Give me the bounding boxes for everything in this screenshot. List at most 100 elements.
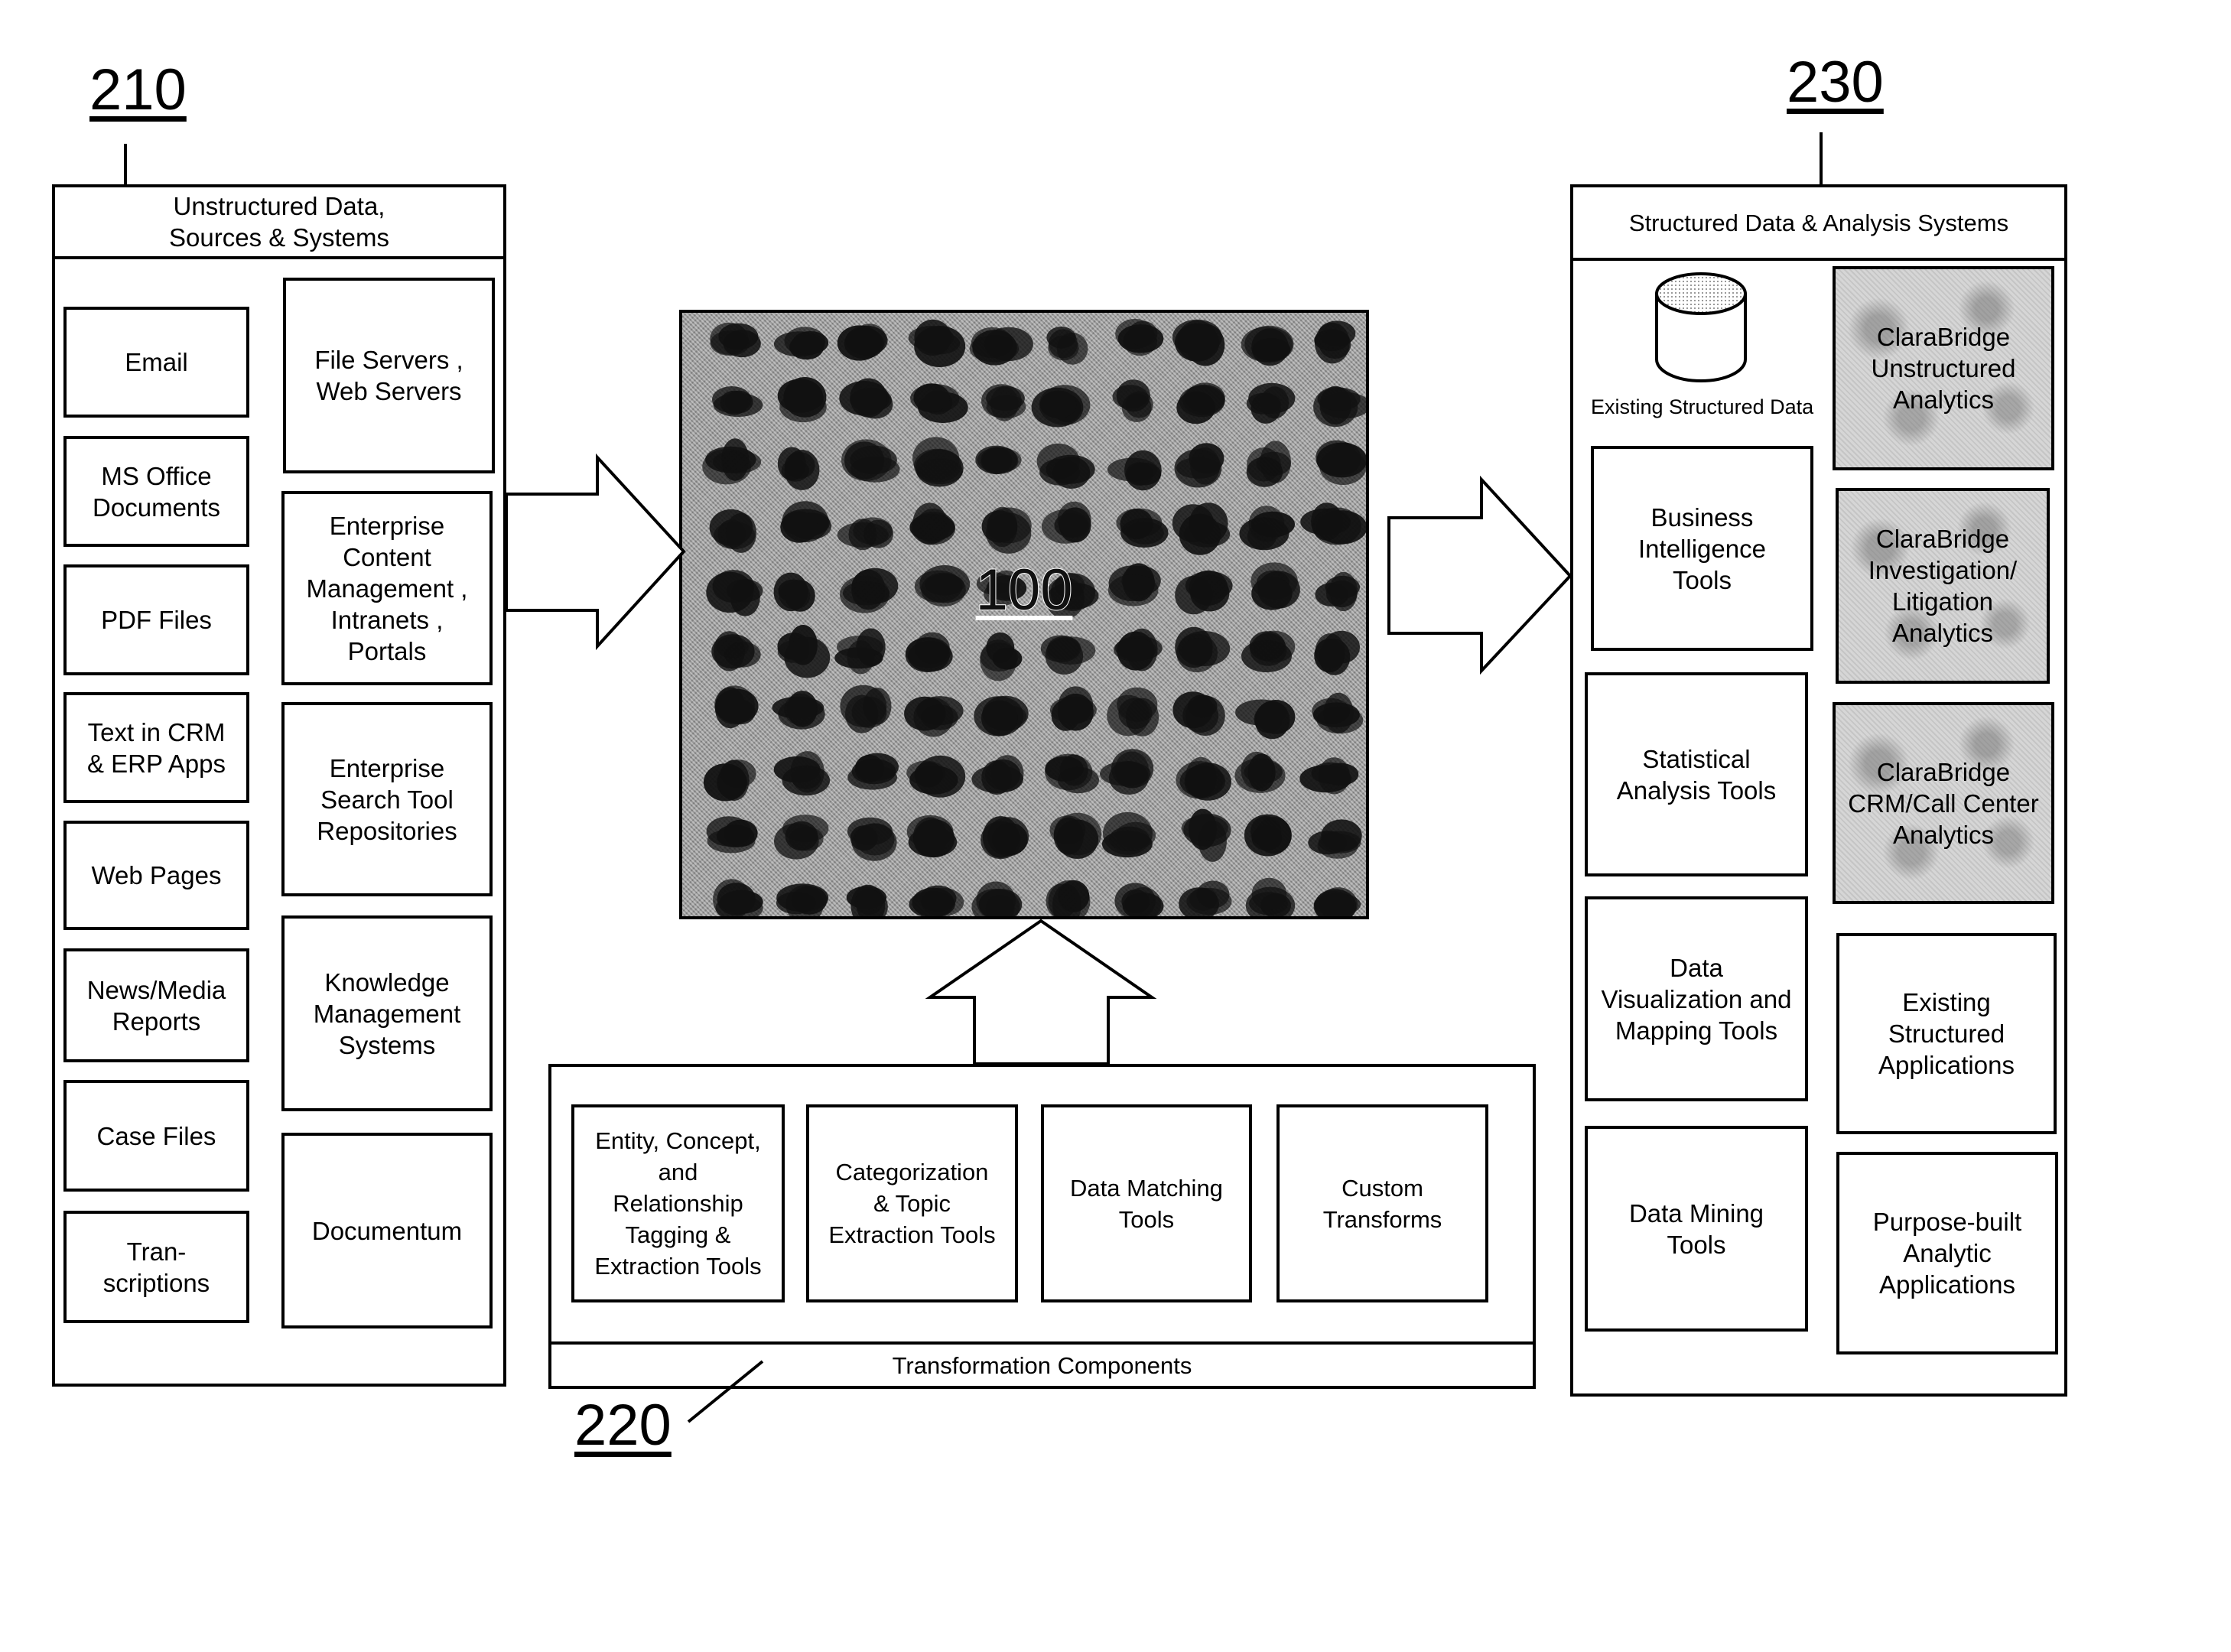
component-categorization: Categorization & Topic Extraction Tools bbox=[806, 1104, 1018, 1302]
texture-blob bbox=[1172, 502, 1231, 555]
texture-blob bbox=[969, 327, 1033, 366]
source-case-files: Case Files bbox=[63, 1080, 249, 1192]
arrow-up-icon bbox=[925, 919, 1157, 1065]
texture-blob bbox=[971, 881, 1023, 916]
structured-panel-title: Structured Data & Analysis Systems bbox=[1573, 187, 2064, 261]
central-hub-image: 100 bbox=[679, 310, 1369, 919]
texture-blob bbox=[776, 883, 829, 916]
texture-blob bbox=[837, 517, 893, 551]
texture-blob bbox=[1181, 808, 1231, 862]
texture-blob bbox=[841, 439, 900, 483]
texture-blob bbox=[834, 628, 886, 675]
ref-numeral-100: 100 bbox=[975, 557, 1074, 623]
texture-blob bbox=[1245, 877, 1296, 916]
ref-numeral-220: 220 bbox=[574, 1393, 672, 1458]
leader-line-230 bbox=[1820, 132, 1823, 190]
component-custom-transforms: Custom Transforms bbox=[1276, 1104, 1488, 1302]
texture-blob bbox=[714, 685, 759, 729]
texture-blob bbox=[1036, 443, 1095, 489]
texture-blob bbox=[713, 879, 763, 916]
texture-blob bbox=[1313, 385, 1366, 428]
texture-blob bbox=[1114, 628, 1163, 672]
texture-blob bbox=[847, 753, 899, 790]
texture-blob bbox=[1031, 385, 1091, 428]
texture-blob bbox=[839, 378, 893, 419]
texture-blob bbox=[1174, 443, 1224, 488]
texture-blob bbox=[1239, 506, 1295, 551]
texture-blob bbox=[1172, 691, 1225, 736]
ref-numeral-210: 210 bbox=[89, 57, 187, 122]
texture-blob bbox=[709, 509, 757, 553]
texture-blob bbox=[777, 377, 827, 423]
texture-blob bbox=[773, 751, 831, 796]
clarabridge-unstructured-analytics: ClaraBridge Unstructured Analytics bbox=[1833, 266, 2054, 470]
texture-blob bbox=[980, 632, 1023, 681]
source-enterprise-search: Enterprise Search Tool Repositories bbox=[281, 702, 493, 896]
sources-panel-title: Unstructured Data, Sources & Systems bbox=[55, 187, 503, 259]
texture-blob bbox=[773, 572, 815, 612]
texture-blob bbox=[971, 755, 1024, 795]
texture-blob bbox=[906, 815, 958, 858]
texture-blob bbox=[1045, 753, 1099, 794]
texture-blob bbox=[1046, 327, 1088, 365]
texture-blob bbox=[906, 755, 966, 798]
texture-blob bbox=[712, 386, 763, 417]
texture-blob bbox=[914, 565, 971, 607]
texture-blob bbox=[777, 625, 831, 678]
clarabridge-investigation-analytics: ClaraBridge Investigation/ Litigation An… bbox=[1836, 488, 2050, 684]
texture-blob bbox=[909, 502, 956, 545]
texture-blob bbox=[711, 631, 761, 672]
texture-blob bbox=[1316, 440, 1366, 485]
texture-blob bbox=[1235, 699, 1296, 740]
tool-business-intelligence: Business Intelligence Tools bbox=[1591, 446, 1813, 651]
texture-blob bbox=[974, 695, 1029, 737]
purpose-built-analytic-applications: Purpose-built Analytic Applications bbox=[1836, 1152, 2058, 1354]
tool-data-mining: Data Mining Tools bbox=[1585, 1126, 1808, 1332]
texture-blob bbox=[1101, 811, 1156, 858]
texture-blob bbox=[710, 322, 761, 358]
texture-blob bbox=[772, 691, 825, 730]
texture-blob bbox=[1314, 630, 1360, 675]
texture-blob bbox=[703, 759, 756, 802]
texture-blob bbox=[1300, 502, 1366, 545]
texture-blob bbox=[1299, 757, 1359, 795]
texture-blob bbox=[975, 445, 1022, 475]
texture-blob bbox=[1250, 562, 1300, 610]
database-icon bbox=[1655, 272, 1747, 382]
texture-blob bbox=[1049, 812, 1102, 859]
texture-blob bbox=[981, 506, 1032, 554]
source-knowledge-mgmt: Knowledge Management Systems bbox=[281, 915, 493, 1111]
texture-blob bbox=[1115, 318, 1164, 356]
texture-blob bbox=[1234, 751, 1286, 793]
texture-blob bbox=[774, 815, 829, 860]
texture-blob bbox=[1176, 756, 1231, 801]
texture-blob bbox=[840, 567, 899, 613]
source-transcriptions: Tran- scriptions bbox=[63, 1211, 249, 1323]
component-data-matching: Data Matching Tools bbox=[1041, 1104, 1252, 1302]
texture-blob bbox=[847, 817, 897, 861]
texture-blob bbox=[706, 570, 763, 616]
texture-blob bbox=[905, 632, 953, 672]
texture-blob bbox=[1107, 563, 1161, 606]
tool-statistical-analysis: Statistical Analysis Tools bbox=[1585, 672, 1808, 876]
source-pdf-files: PDF Files bbox=[63, 564, 249, 675]
texture-blob bbox=[981, 384, 1026, 421]
texture-blob bbox=[909, 885, 964, 916]
arrow-right-icon bbox=[505, 453, 686, 651]
texture-blob bbox=[908, 319, 966, 367]
source-ms-office: MS Office Documents bbox=[63, 436, 249, 547]
texture-blob bbox=[1312, 692, 1364, 734]
texture-blob bbox=[1040, 635, 1096, 675]
texture-blob bbox=[1241, 630, 1296, 673]
texture-blob bbox=[1175, 570, 1233, 615]
source-email: Email bbox=[63, 307, 249, 418]
texture-blob bbox=[1179, 880, 1232, 916]
texture-blob bbox=[702, 438, 762, 485]
texture-blob bbox=[1246, 382, 1296, 424]
texture-blob bbox=[1172, 319, 1225, 366]
texture-blob bbox=[840, 685, 892, 733]
clarabridge-crm-call-center-analytics: ClaraBridge CRM/Call Center Analytics bbox=[1833, 702, 2054, 904]
texture-blob bbox=[1315, 571, 1361, 612]
source-enterprise-content-mgmt: Enterprise Content Management , Intranet… bbox=[281, 491, 493, 685]
ref-numeral-230: 230 bbox=[1787, 50, 1884, 115]
